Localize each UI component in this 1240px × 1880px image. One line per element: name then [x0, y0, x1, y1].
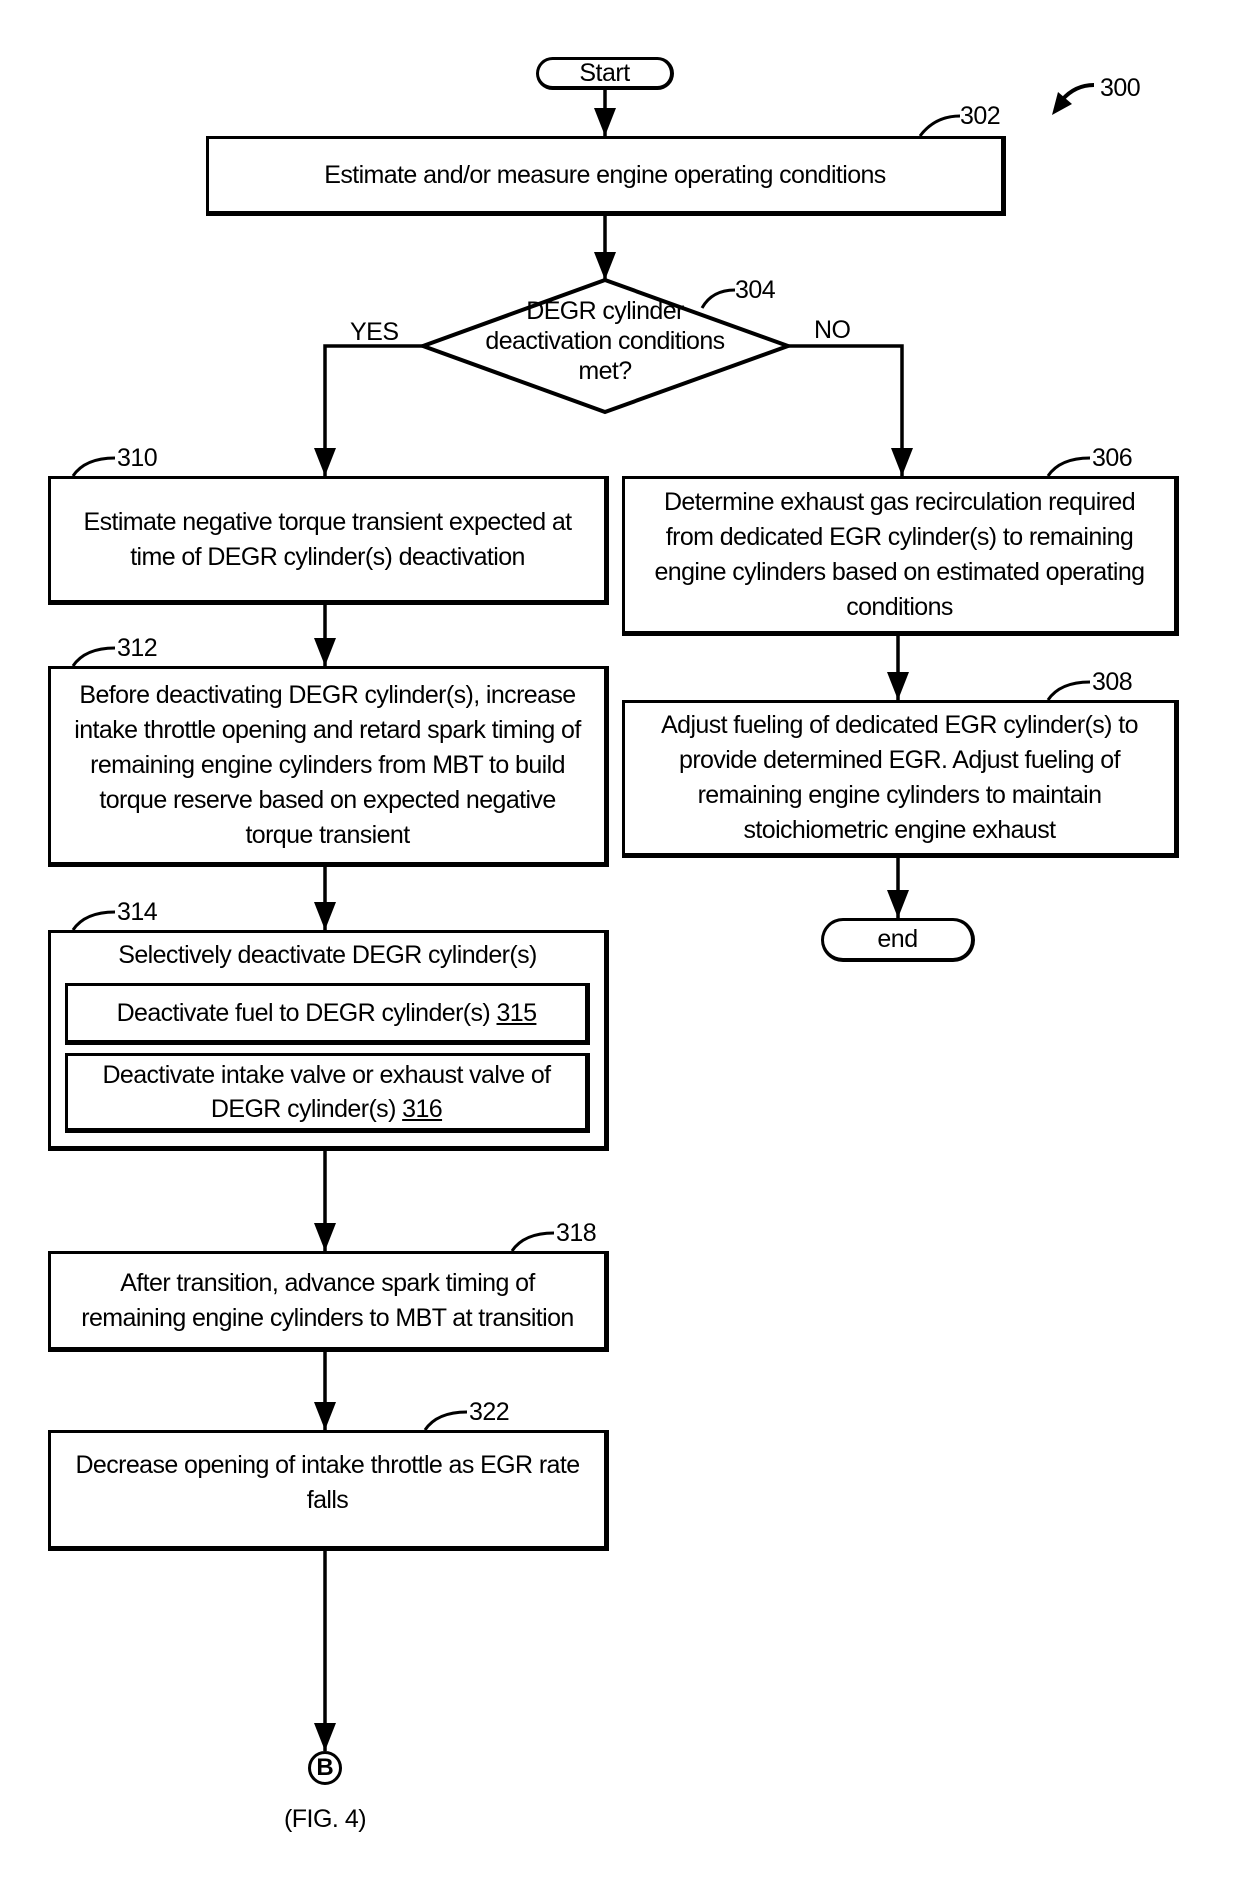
step-312-line: Before deactivating DEGR cylinder(s), in… [79, 681, 576, 709]
off-page-connector-b: B [308, 1751, 342, 1785]
leader-322 [423, 1410, 468, 1431]
ref-314: 314 [117, 898, 158, 926]
step-312-box: Before deactivating DEGR cylinder(s), in… [48, 666, 609, 867]
ref-316: 316 [402, 1095, 443, 1123]
step-304-line: DEGR cylinder [526, 297, 684, 325]
step-315-text: Deactivate fuel to DEGR cylinder(s) 315 [117, 996, 537, 1030]
step-312-line: remaining engine cylinders from MBT to b… [90, 751, 565, 779]
step-306-box: Determine exhaust gas recirculation requ… [622, 476, 1179, 636]
leader-310 [71, 456, 116, 477]
step-322-line: Decrease opening of intake throttle as E… [75, 1450, 580, 1479]
step-322-line: falls [306, 1485, 349, 1514]
step-302-box: Estimate and/or measure engine operating… [206, 136, 1006, 216]
step-310-line: time of DEGR cylinder(s) deactivation [130, 542, 525, 571]
connector-label: B [316, 1754, 334, 1781]
arrowhead-icon [314, 638, 336, 666]
step-322-box: Decrease opening of intake throttle as E… [48, 1430, 609, 1551]
arrowhead-icon [891, 448, 913, 476]
arrowhead-icon [314, 1402, 336, 1430]
step-308-line: provide determined EGR. Adjust fueling o… [679, 746, 1121, 774]
leader-314 [71, 910, 116, 931]
leader-318 [510, 1231, 555, 1252]
ref-312: 312 [117, 634, 158, 662]
step-316-line2: DEGR cylinder(s) 316 [102, 1092, 550, 1126]
arrowhead-icon [314, 1223, 336, 1251]
step-318-line: remaining engine cylinders to MBT at tra… [81, 1303, 574, 1332]
end-label: end [877, 925, 918, 953]
arrowhead-icon [314, 448, 336, 476]
step-304-line: met? [578, 357, 632, 385]
ref-322: 322 [469, 1398, 510, 1426]
step-314-box: Selectively deactivate DEGR cylinder(s) … [48, 930, 609, 1151]
ref-308: 308 [1092, 668, 1133, 696]
step-312-line: torque reserve based on expected negativ… [99, 786, 556, 814]
arrowhead-icon [887, 672, 909, 700]
step-312-line: torque transient [245, 821, 410, 849]
leader-306 [1046, 456, 1091, 477]
step-308-line: Adjust fueling of dedicated EGR cylinder… [661, 711, 1138, 739]
step-306-line: Determine exhaust gas recirculation requ… [663, 488, 1136, 516]
step-304-line: deactivation conditions [485, 327, 725, 355]
step-308-box: Adjust fueling of dedicated EGR cylinder… [622, 700, 1179, 858]
start-label: Start [579, 58, 630, 87]
leader-300 [1060, 83, 1095, 102]
step-308-line: remaining engine cylinders to maintain [697, 781, 1102, 809]
step-308-line: stoichiometric engine exhaust [743, 816, 1057, 844]
step-306-line: from dedicated EGR cylinder(s) to remain… [665, 523, 1134, 551]
step-316-box: Deactivate intake valve or exhaust valve… [65, 1053, 590, 1133]
arrowhead-icon [314, 1723, 336, 1751]
step-302-text: Estimate and/or measure engine operating… [324, 160, 886, 189]
step-315-label: Deactivate fuel to DEGR cylinder(s) [116, 999, 497, 1027]
arrow-yes-to-310 [323, 344, 423, 476]
yes-label: YES [350, 318, 399, 346]
step-315-box: Deactivate fuel to DEGR cylinder(s) 315 [65, 983, 590, 1045]
arrowhead-icon [594, 108, 616, 136]
step-310-line: Estimate negative torque transient expec… [83, 507, 573, 536]
step-316-label: DEGR cylinder(s) [210, 1095, 403, 1123]
step-310-box: Estimate negative torque transient expec… [48, 476, 609, 605]
step-316-line: Deactivate intake valve or exhaust valve… [102, 1061, 551, 1089]
start-terminal: Start [536, 57, 674, 90]
leader-308 [1046, 680, 1091, 701]
connector-figure-ref: (FIG. 4) [283, 1805, 367, 1833]
step-312-line: intake throttle opening and retard spark… [74, 716, 581, 744]
ref-318: 318 [556, 1219, 597, 1247]
leader-312 [71, 646, 116, 667]
step-306-line: conditions [846, 593, 953, 621]
arrowhead-icon [314, 902, 336, 930]
leader-302 [918, 114, 961, 137]
arrowhead-icon [594, 252, 616, 280]
step-306-line: engine cylinders based on estimated oper… [654, 558, 1145, 586]
ref-310: 310 [117, 444, 158, 472]
step-318-line: After transition, advance spark timing o… [120, 1268, 535, 1297]
ref-306: 306 [1092, 444, 1133, 472]
arrowhead-icon [887, 890, 909, 918]
ref-315: 315 [496, 999, 538, 1027]
no-label: NO [814, 316, 851, 344]
step-314-title: Selectively deactivate DEGR cylinder(s) [118, 941, 537, 969]
ref-302: 302 [960, 102, 1001, 130]
step-318-box: After transition, advance spark timing o… [48, 1251, 609, 1352]
figure-number: 300 [1100, 74, 1141, 102]
step-304-question: DEGR cylinder deactivation conditions me… [460, 296, 750, 386]
arrow-no-to-306 [788, 344, 904, 476]
end-terminal: end [821, 918, 975, 962]
